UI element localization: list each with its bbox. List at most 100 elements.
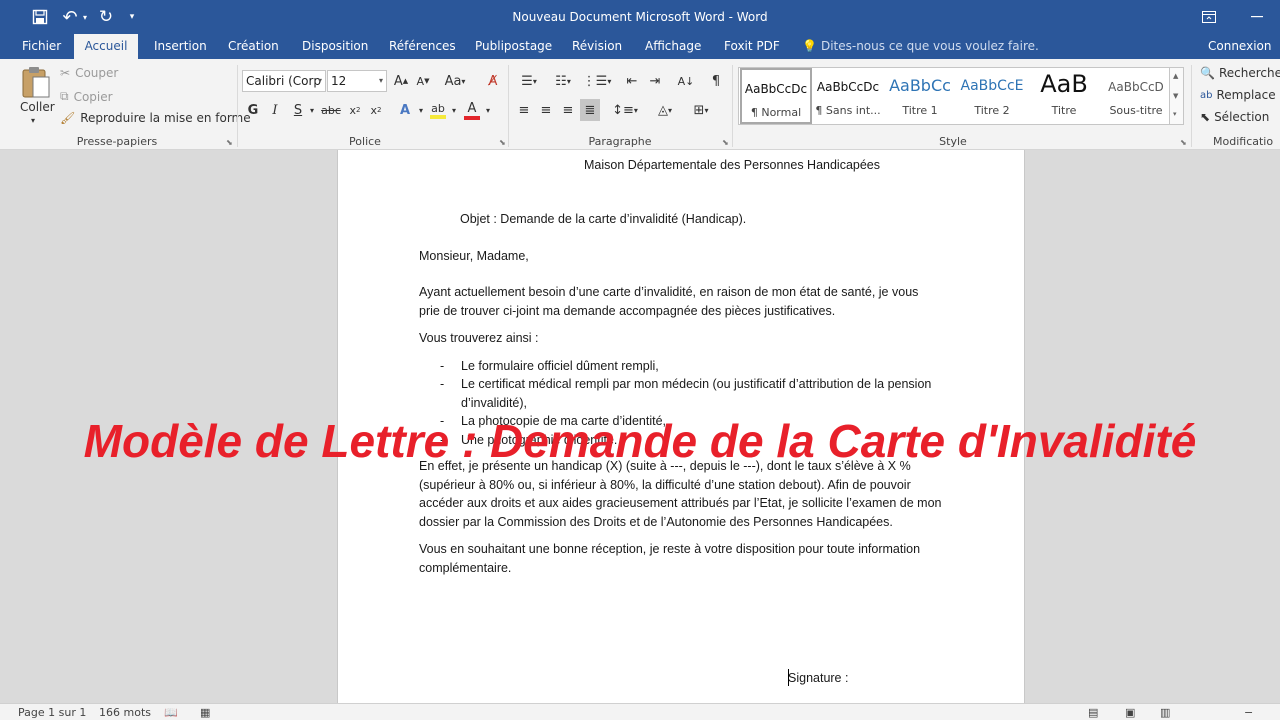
format-painter-button[interactable]: 🖌 Reproduire la mise en forme <box>60 111 251 125</box>
page-count[interactable]: Page 1 sur 1 <box>18 706 86 719</box>
scroll-up-icon[interactable]: ▲ <box>1173 72 1178 80</box>
list-item: Le formulaire officiel dûment rempli, <box>461 359 659 373</box>
underline-icon[interactable]: S <box>290 99 306 121</box>
proofing-icon[interactable]: 📖 <box>164 706 178 719</box>
tell-me-text: Dites-nous ce que vous voulez faire. <box>820 39 1039 53</box>
italic-icon[interactable]: I <box>267 99 283 121</box>
style-heading-2[interactable]: AaBbCcE Titre 2 <box>956 68 1028 124</box>
align-right-icon[interactable]: ≡ <box>558 99 578 121</box>
subject-line: Objet : Demande de la carte d’invalidité… <box>460 212 747 226</box>
paragraph-line: accéder aux droits et aux aides gracieus… <box>419 496 942 510</box>
tab-affichage[interactable]: Affichage <box>645 34 701 59</box>
clipboard-launcher-icon[interactable]: ⬊ <box>226 138 233 147</box>
decrease-indent-icon[interactable]: ⇤ <box>622 70 642 92</box>
tell-me-box[interactable]: 💡 Dites-nous ce que vous voulez faire. <box>802 34 1039 59</box>
font-launcher-icon[interactable]: ⬊ <box>499 138 506 147</box>
align-center-icon[interactable]: ≡ <box>536 99 556 121</box>
tab-insertion[interactable]: Insertion <box>154 34 207 59</box>
line-spacing-icon[interactable]: ↕≡ ▾ <box>610 99 640 121</box>
style-preview: AaBbCcE <box>960 78 1024 94</box>
style-normal[interactable]: AaBbCcDc ¶ Normal <box>740 68 812 124</box>
style-preview: AaBbCcDc <box>744 82 808 96</box>
paragraph-line: dossier par la Commission des Droits et … <box>419 515 893 529</box>
tab-accueil[interactable]: Accueil <box>74 34 138 59</box>
layout-icon[interactable]: ▦ <box>200 706 210 719</box>
paste-dropdown-icon[interactable]: ▾ <box>31 116 35 125</box>
tab-foxit-pdf[interactable]: Foxit PDF <box>724 34 780 59</box>
bold-icon[interactable]: G <box>245 99 261 121</box>
clipboard-group-label: Presse-papiers <box>76 135 158 148</box>
multilevel-list-icon[interactable]: ⋮☰ ▾ <box>582 70 612 92</box>
paragraph-line: Ayant actuellement besoin d’une carte d’… <box>419 285 919 299</box>
minimize-icon[interactable] <box>1234 0 1280 34</box>
text-effects-icon[interactable]: A <box>395 99 415 121</box>
sort-icon[interactable]: A↓ <box>676 70 696 92</box>
print-layout-icon[interactable]: ▣ <box>1125 706 1135 719</box>
tab-fichier[interactable]: Fichier <box>22 34 61 59</box>
zoom-out-icon[interactable]: − <box>1244 706 1253 719</box>
style-no-spacing[interactable]: AaBbCcDc ¶ Sans int... <box>812 68 884 124</box>
title-bar: ↶ ▾ ↻ ▾ Nouveau Document Microsoft Word … <box>0 0 1280 34</box>
text-cursor <box>788 669 789 686</box>
tab-creation[interactable]: Création <box>228 34 279 59</box>
superscript-icon[interactable]: x2 <box>367 99 385 121</box>
paragraph-launcher-icon[interactable]: ⬊ <box>722 138 729 147</box>
text-effects-dropdown-icon[interactable]: ▾ <box>416 99 426 121</box>
style-heading-1[interactable]: AaBbCc Titre 1 <box>884 68 956 124</box>
more-styles-icon[interactable]: ▾ <box>1173 110 1177 118</box>
read-mode-icon[interactable]: ▤ <box>1088 706 1098 719</box>
salutation: Monsieur, Madame, <box>419 249 529 263</box>
paragraph-line: (supérieur à 80% ou, si inférieur à 80%,… <box>419 478 911 492</box>
font-color-icon[interactable]: A <box>462 99 482 121</box>
style-preview: AaBbCc <box>889 76 951 95</box>
list-bullet: - <box>440 377 445 391</box>
style-name: Titre <box>1051 104 1077 117</box>
paste-icon[interactable] <box>20 65 52 99</box>
tab-references[interactable]: Références <box>389 34 456 59</box>
find-button[interactable]: 🔍 Recherche <box>1200 66 1280 80</box>
web-layout-icon[interactable]: ▥ <box>1160 706 1170 719</box>
style-title[interactable]: AaB Titre <box>1028 68 1100 124</box>
borders-icon[interactable]: ⊞ ▾ <box>686 99 716 121</box>
bullets-icon[interactable]: ☰ ▾ <box>514 70 544 92</box>
styles-launcher-icon[interactable]: ⬊ <box>1180 138 1187 147</box>
ribbon-display-icon[interactable] <box>1186 0 1232 34</box>
scroll-down-icon[interactable]: ▼ <box>1173 92 1178 100</box>
font-family-select[interactable]: Calibri (Corp ▾ <box>242 70 326 92</box>
numbering-icon[interactable]: ☷ ▾ <box>548 70 578 92</box>
shading-icon[interactable]: ◬ ▾ <box>648 99 682 121</box>
styles-gallery-scroller[interactable]: ▲ ▼ ▾ <box>1170 67 1184 125</box>
shrink-font-icon[interactable]: A ▼ <box>414 70 432 92</box>
replace-button[interactable]: ab Remplace <box>1200 88 1276 102</box>
clear-formatting-icon[interactable]: A̸ <box>483 70 503 92</box>
underline-dropdown-icon[interactable]: ▾ <box>307 99 317 121</box>
select-button[interactable]: ⬉ Sélection <box>1200 110 1269 124</box>
tab-publipostage[interactable]: Publipostage <box>475 34 552 59</box>
paragraph-line: complémentaire. <box>419 561 512 575</box>
highlight-dropdown-icon[interactable]: ▾ <box>449 99 459 121</box>
highlight-icon[interactable]: ab <box>428 99 448 121</box>
list-bullet: - <box>440 359 445 373</box>
grow-font-icon[interactable]: A ▲ <box>392 70 410 92</box>
subscript-icon[interactable]: x2 <box>346 99 364 121</box>
tab-revision[interactable]: Révision <box>572 34 622 59</box>
cut-button[interactable]: ✂ Couper <box>60 66 118 80</box>
list-item: Le certificat médical rempli par mon méd… <box>461 377 932 391</box>
font-color-dropdown-icon[interactable]: ▾ <box>483 99 493 121</box>
show-formatting-icon[interactable]: ¶ <box>706 70 726 92</box>
style-subtitle[interactable]: AaBbCcD Sous-titre <box>1100 68 1172 124</box>
strikethrough-icon[interactable]: abc <box>320 99 342 121</box>
paste-button[interactable]: Coller <box>20 100 55 114</box>
style-preview: AaBbCcD <box>1108 80 1164 94</box>
increase-indent-icon[interactable]: ⇥ <box>645 70 665 92</box>
change-case-icon[interactable]: Aa ▾ <box>441 70 469 92</box>
style-preview: AaBbCcDc <box>816 80 880 94</box>
font-size-select[interactable]: 12 ▾ <box>327 70 387 92</box>
sign-in-link[interactable]: Connexion <box>1208 34 1272 59</box>
tab-disposition[interactable]: Disposition <box>302 34 368 59</box>
align-left-icon[interactable]: ≡ <box>514 99 534 121</box>
editing-group-label: Modificatio <box>1213 135 1274 148</box>
word-count[interactable]: 166 mots <box>99 706 151 719</box>
justify-icon[interactable]: ≣ <box>580 99 600 121</box>
copy-button[interactable]: ⧉ Copier <box>60 89 113 104</box>
